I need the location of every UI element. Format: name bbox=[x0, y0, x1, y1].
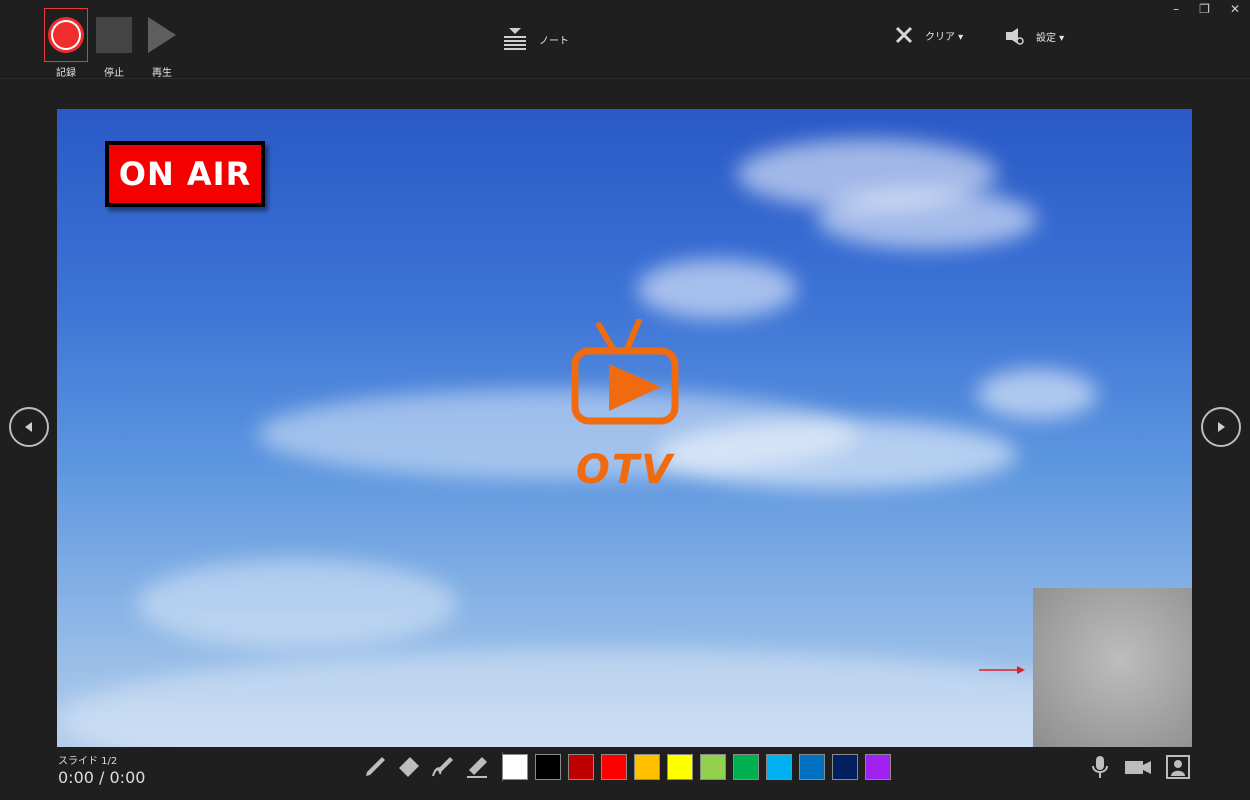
color-swatch[interactable] bbox=[865, 754, 891, 780]
notes-label: ノート bbox=[539, 35, 569, 47]
color-swatch[interactable] bbox=[832, 754, 858, 780]
stop-icon bbox=[96, 17, 132, 53]
clear-label: クリア ▾ bbox=[925, 31, 964, 43]
color-swatch[interactable] bbox=[799, 754, 825, 780]
clear-button[interactable]: クリア ▾ bbox=[895, 26, 963, 44]
minimize-button[interactable]: – bbox=[1173, 2, 1179, 16]
color-swatch[interactable] bbox=[634, 754, 660, 780]
color-swatch[interactable] bbox=[667, 754, 693, 780]
chevron-right-icon bbox=[1218, 422, 1225, 432]
pen-icon bbox=[366, 757, 385, 776]
pen-tool-button[interactable] bbox=[360, 752, 390, 782]
record-label: 記録 bbox=[56, 68, 76, 79]
chevron-left-icon bbox=[25, 422, 32, 432]
color-swatch[interactable] bbox=[733, 754, 759, 780]
restore-button[interactable]: ❐ bbox=[1199, 2, 1210, 16]
color-swatch[interactable] bbox=[601, 754, 627, 780]
slide-counter: スライド 1/2 bbox=[58, 756, 118, 767]
play-icon bbox=[148, 17, 176, 53]
camera-preview bbox=[1033, 588, 1192, 747]
record-button[interactable]: 記録 bbox=[42, 8, 90, 79]
color-palette bbox=[502, 754, 891, 780]
recording-time: 0:00 / 0:00 bbox=[58, 768, 146, 787]
stop-label: 停止 bbox=[104, 68, 124, 79]
arrow-icon bbox=[979, 666, 1025, 674]
play-label: 再生 bbox=[152, 68, 172, 79]
window-controls: – ❐ ✕ bbox=[1173, 2, 1240, 16]
next-slide-button[interactable] bbox=[1201, 407, 1241, 447]
highlighter-tool-button[interactable] bbox=[428, 752, 458, 782]
close-button[interactable]: ✕ bbox=[1230, 2, 1240, 16]
on-air-sign: ON AIR bbox=[105, 141, 265, 207]
camera-preview-icon[interactable] bbox=[1166, 755, 1190, 779]
settings-label: 設定 ▾ bbox=[1036, 32, 1065, 44]
notes-button[interactable]: ノート bbox=[503, 26, 569, 52]
highlighter-icon bbox=[432, 757, 453, 777]
pen-tools bbox=[360, 752, 509, 782]
laser-pointer-icon bbox=[467, 757, 487, 778]
play-button[interactable]: 再生 bbox=[138, 8, 186, 79]
eraser-icon bbox=[399, 757, 419, 777]
color-swatch[interactable] bbox=[568, 754, 594, 780]
notes-icon bbox=[504, 28, 526, 50]
color-swatch[interactable] bbox=[535, 754, 561, 780]
laser-tool-button[interactable] bbox=[462, 752, 492, 782]
color-swatch[interactable] bbox=[766, 754, 792, 780]
settings-button[interactable]: 設定 ▾ bbox=[1004, 26, 1064, 46]
slide-canvas: ON AIR OTV bbox=[57, 109, 1192, 747]
previous-slide-button[interactable] bbox=[9, 407, 49, 447]
tv-play-logo-icon bbox=[571, 319, 679, 425]
recording-toolbar: 記録 停止 再生 ノート クリア ▾ 設定 ▾ – ❐ ✕ bbox=[0, 0, 1250, 79]
stop-button[interactable]: 停止 bbox=[90, 8, 138, 79]
settings-icon bbox=[1006, 28, 1024, 45]
camera-icon[interactable] bbox=[1124, 756, 1152, 778]
media-controls bbox=[1090, 754, 1190, 780]
record-icon bbox=[51, 20, 81, 50]
on-air-text: ON AIR bbox=[109, 145, 261, 203]
clear-icon bbox=[895, 26, 913, 44]
color-swatch[interactable] bbox=[502, 754, 528, 780]
microphone-icon[interactable] bbox=[1090, 754, 1110, 780]
logo-text: OTV bbox=[575, 447, 675, 493]
color-swatch[interactable] bbox=[700, 754, 726, 780]
eraser-tool-button[interactable] bbox=[394, 752, 424, 782]
